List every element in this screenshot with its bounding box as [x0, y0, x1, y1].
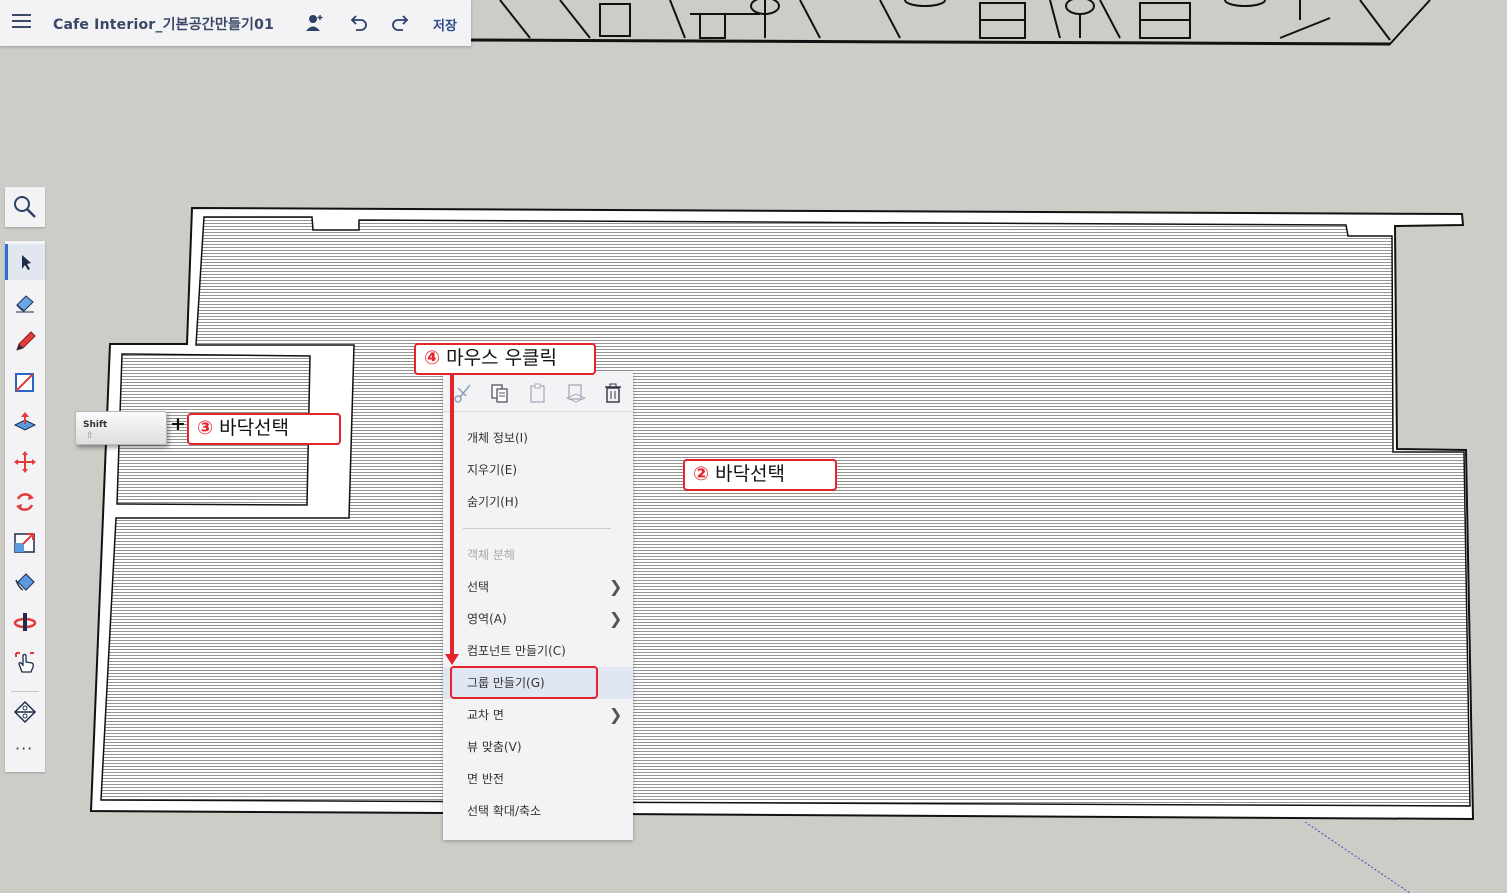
more-tools-button[interactable]: ···: [15, 739, 33, 758]
menu-item-make-group[interactable]: 그룹 만들기(G): [443, 667, 633, 699]
menu-item-hide[interactable]: 숨기기(H): [443, 486, 633, 518]
section-plane-tool[interactable]: [5, 694, 45, 730]
scale-tool[interactable]: [5, 524, 45, 560]
paste-icon[interactable]: [527, 382, 549, 404]
annotation-step3: ③ 바닥선택: [187, 413, 341, 445]
push-pull-icon: [13, 412, 37, 431]
search-button[interactable]: [5, 187, 45, 227]
add-user-icon[interactable]: [303, 12, 325, 34]
paint-bucket-tool[interactable]: [5, 564, 45, 600]
model-viewport[interactable]: [0, 0, 1507, 893]
annotation-step2-text: 바닥선택: [715, 463, 786, 485]
pencil-tool[interactable]: [5, 324, 45, 360]
menu-item-explode: 객체 분해: [443, 539, 633, 571]
copy-icon[interactable]: [489, 382, 511, 404]
menu-item-zoom-selection[interactable]: 선택 확대/축소: [443, 795, 633, 827]
orbit-tool[interactable]: [5, 604, 45, 640]
save-button[interactable]: 저장: [433, 15, 457, 34]
move-icon: [14, 451, 36, 473]
top-bar: Cafe Interior_기본공간만들기01 저장: [0, 0, 471, 46]
menu-item-label: 선택: [467, 580, 490, 594]
tool-palette: ···: [5, 241, 45, 772]
section-plane-icon: [13, 700, 37, 724]
context-menu: 개체 정보(I) 지우기(E) 숨기기(H) 객체 분해 선택 ❯ 영역(A) ❯ …: [443, 373, 633, 840]
menu-item-label: 뷰 맞춤(V): [467, 740, 522, 754]
menu-item-select[interactable]: 선택 ❯: [443, 571, 633, 603]
menu-item-label: 객체 분해: [467, 548, 515, 562]
chevron-right-icon: ❯: [609, 577, 623, 596]
select-tool[interactable]: [5, 244, 45, 280]
menu-item-label: 지우기(E): [467, 463, 518, 477]
shift-key-graphic: Shift ⇧: [75, 411, 167, 445]
menu-item-label: 영역(A): [467, 612, 507, 626]
chevron-right-icon: ❯: [609, 609, 623, 628]
orbit-icon: [13, 613, 37, 631]
annotation-step4: ④ 마우스 우클릭: [414, 343, 596, 375]
annotation-arrow-line: [450, 373, 454, 655]
annotation-step4-text: 마우스 우클릭: [446, 347, 558, 369]
shift-arrow-icon: ⇧: [86, 431, 94, 441]
redo-icon[interactable]: [390, 12, 412, 34]
plus-sign: +: [170, 413, 186, 435]
annotation-step2: ② 바닥선택: [683, 459, 837, 491]
menu-item-entity-info[interactable]: 개체 정보(I): [443, 422, 633, 454]
axis-line: [1304, 821, 1411, 893]
annotation-step3-text: 바닥선택: [219, 417, 290, 439]
pan-icon: [15, 652, 34, 673]
annotation-step4-number: ④: [424, 347, 441, 369]
annotation-step3-number: ③: [197, 417, 214, 439]
rotate-icon: [16, 493, 34, 511]
rectangle-tool[interactable]: [5, 364, 45, 400]
push-pull-tool[interactable]: [5, 404, 45, 440]
undo-icon[interactable]: [347, 12, 369, 34]
menu-item-reverse-faces[interactable]: 면 반전: [443, 763, 633, 795]
menu-divider: [463, 528, 611, 529]
menu-item-label: 면 반전: [467, 772, 504, 786]
menu-item-label: 컴포넌트 만들기(C): [467, 644, 566, 658]
toolbar-divider: [11, 691, 39, 692]
chevron-right-icon: ❯: [609, 705, 623, 724]
move-tool[interactable]: [5, 444, 45, 480]
delete-icon[interactable]: [602, 382, 624, 404]
menu-item-label: 숨기기(H): [467, 495, 519, 509]
menu-item-label: 그룹 만들기(G): [467, 676, 545, 690]
annotation-arrow-head: [445, 654, 459, 665]
ceiling-model: [469, 0, 1431, 46]
search-icon: [14, 196, 36, 218]
menu-item-area[interactable]: 영역(A) ❯: [443, 603, 633, 635]
pencil-icon: [16, 331, 36, 351]
document-title: Cafe Interior_기본공간만들기01: [53, 17, 275, 33]
menu-icon[interactable]: [12, 14, 31, 30]
cut-icon[interactable]: [452, 382, 474, 404]
menu-item-label: 개체 정보(I): [467, 431, 528, 445]
annotation-step2-number: ②: [693, 463, 710, 485]
menu-item-label: 선택 확대/축소: [467, 804, 542, 818]
paste-in-place-icon[interactable]: [565, 382, 587, 404]
floor-plan[interactable]: [89, 206, 1475, 821]
pan-tool[interactable]: [5, 644, 45, 680]
scale-icon: [14, 533, 35, 553]
menu-item-align-view[interactable]: 뷰 맞춤(V): [443, 731, 633, 763]
eraser-icon: [16, 295, 34, 313]
shift-key-label: Shift: [83, 420, 108, 430]
menu-item-erase[interactable]: 지우기(E): [443, 454, 633, 486]
rectangle-icon: [15, 373, 34, 392]
eraser-tool[interactable]: [5, 284, 45, 320]
context-menu-icon-row: [443, 373, 633, 412]
menu-item-label: 교차 면: [467, 708, 504, 722]
rotate-tool[interactable]: [5, 484, 45, 520]
menu-item-intersect-faces[interactable]: 교차 면 ❯: [443, 699, 633, 731]
select-icon: [22, 255, 31, 270]
paint-bucket-icon: [15, 573, 35, 591]
menu-item-make-component[interactable]: 컴포넌트 만들기(C): [443, 635, 633, 667]
